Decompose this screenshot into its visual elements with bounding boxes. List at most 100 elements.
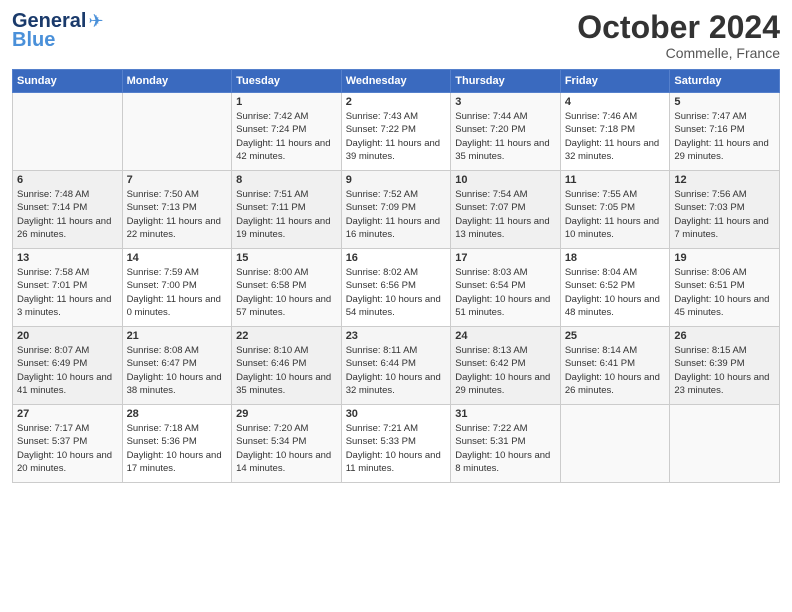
day-info: Sunrise: 7:46 AM Sunset: 7:18 PM Dayligh… (565, 110, 666, 163)
day-info: Sunrise: 8:15 AM Sunset: 6:39 PM Dayligh… (674, 344, 775, 397)
day-info: Sunrise: 8:04 AM Sunset: 6:52 PM Dayligh… (565, 266, 666, 319)
calendar-cell: 20 Sunrise: 8:07 AM Sunset: 6:49 PM Dayli… (13, 327, 123, 405)
day-info: Sunrise: 7:50 AM Sunset: 7:13 PM Dayligh… (127, 188, 228, 241)
weekday-header: Monday (122, 70, 232, 93)
day-info: Sunrise: 7:59 AM Sunset: 7:00 PM Dayligh… (127, 266, 228, 319)
day-number: 23 (346, 330, 447, 342)
day-number: 17 (455, 252, 556, 264)
day-number: 3 (455, 96, 556, 108)
day-info: Sunrise: 7:20 AM Sunset: 5:34 PM Dayligh… (236, 422, 337, 475)
day-number: 10 (455, 174, 556, 186)
location: Commelle, France (577, 45, 780, 61)
title-block: October 2024 Commelle, France (577, 10, 780, 61)
calendar-cell: 7 Sunrise: 7:50 AM Sunset: 7:13 PM Daylig… (122, 171, 232, 249)
day-info: Sunrise: 8:02 AM Sunset: 6:56 PM Dayligh… (346, 266, 447, 319)
calendar-cell: 10 Sunrise: 7:54 AM Sunset: 7:07 PM Dayli… (451, 171, 561, 249)
day-number: 2 (346, 96, 447, 108)
calendar-cell: 15 Sunrise: 8:00 AM Sunset: 6:58 PM Dayli… (232, 249, 342, 327)
day-number: 14 (127, 252, 228, 264)
calendar-cell: 30 Sunrise: 7:21 AM Sunset: 5:33 PM Dayli… (341, 405, 451, 483)
empty-cell (13, 93, 123, 171)
calendar-cell: 12Sunrise: 7:56 AM Sunset: 7:03 PM Dayli… (670, 171, 780, 249)
calendar-cell: 21 Sunrise: 8:08 AM Sunset: 6:47 PM Dayli… (122, 327, 232, 405)
day-info: Sunrise: 8:07 AM Sunset: 6:49 PM Dayligh… (17, 344, 118, 397)
day-info: Sunrise: 7:17 AM Sunset: 5:37 PM Dayligh… (17, 422, 118, 475)
calendar-table: SundayMondayTuesdayWednesdayThursdayFrid… (12, 69, 780, 483)
day-info: Sunrise: 7:58 AM Sunset: 7:01 PM Dayligh… (17, 266, 118, 319)
day-number: 1 (236, 96, 337, 108)
calendar-cell: 25Sunrise: 8:14 AM Sunset: 6:41 PM Dayli… (560, 327, 670, 405)
day-number: 8 (236, 174, 337, 186)
day-info: Sunrise: 7:51 AM Sunset: 7:11 PM Dayligh… (236, 188, 337, 241)
calendar-cell: 6 Sunrise: 7:48 AM Sunset: 7:14 PM Daylig… (13, 171, 123, 249)
day-info: Sunrise: 8:14 AM Sunset: 6:41 PM Dayligh… (565, 344, 666, 397)
day-number: 9 (346, 174, 447, 186)
day-number: 7 (127, 174, 228, 186)
day-info: Sunrise: 7:52 AM Sunset: 7:09 PM Dayligh… (346, 188, 447, 241)
calendar-cell: 18 Sunrise: 8:04 AM Sunset: 6:52 PM Dayli… (560, 249, 670, 327)
day-info: Sunrise: 7:47 AM Sunset: 7:16 PM Dayligh… (674, 110, 775, 163)
calendar-cell: 2 Sunrise: 7:43 AM Sunset: 7:22 PM Daylig… (341, 93, 451, 171)
day-info: Sunrise: 7:42 AM Sunset: 7:24 PM Dayligh… (236, 110, 337, 163)
day-info: Sunrise: 7:48 AM Sunset: 7:14 PM Dayligh… (17, 188, 118, 241)
day-info: Sunrise: 8:08 AM Sunset: 6:47 PM Dayligh… (127, 344, 228, 397)
calendar-cell: 16 Sunrise: 8:02 AM Sunset: 6:56 PM Dayli… (341, 249, 451, 327)
day-info: Sunrise: 8:00 AM Sunset: 6:58 PM Dayligh… (236, 266, 337, 319)
day-number: 30 (346, 408, 447, 420)
calendar-cell: 14 Sunrise: 7:59 AM Sunset: 7:00 PM Dayli… (122, 249, 232, 327)
month-title: October 2024 (577, 10, 780, 45)
weekday-header: Saturday (670, 70, 780, 93)
empty-cell (560, 405, 670, 483)
day-info: Sunrise: 7:21 AM Sunset: 5:33 PM Dayligh… (346, 422, 447, 475)
day-info: Sunrise: 7:18 AM Sunset: 5:36 PM Dayligh… (127, 422, 228, 475)
day-info: Sunrise: 7:55 AM Sunset: 7:05 PM Dayligh… (565, 188, 666, 241)
day-info: Sunrise: 8:06 AM Sunset: 6:51 PM Dayligh… (674, 266, 775, 319)
day-number: 22 (236, 330, 337, 342)
day-number: 4 (565, 96, 666, 108)
day-info: Sunrise: 7:22 AM Sunset: 5:31 PM Dayligh… (455, 422, 556, 475)
weekday-header: Friday (560, 70, 670, 93)
calendar-cell: 22 Sunrise: 8:10 AM Sunset: 6:46 PM Dayli… (232, 327, 342, 405)
weekday-header: Tuesday (232, 70, 342, 93)
day-number: 6 (17, 174, 118, 186)
calendar-cell: 31 Sunrise: 7:22 AM Sunset: 5:31 PM Dayli… (451, 405, 561, 483)
day-info: Sunrise: 7:54 AM Sunset: 7:07 PM Dayligh… (455, 188, 556, 241)
calendar-cell: 17 Sunrise: 8:03 AM Sunset: 6:54 PM Dayli… (451, 249, 561, 327)
day-number: 26 (674, 330, 775, 342)
calendar-cell: 23 Sunrise: 8:11 AM Sunset: 6:44 PM Dayli… (341, 327, 451, 405)
day-number: 18 (565, 252, 666, 264)
day-number: 15 (236, 252, 337, 264)
day-number: 29 (236, 408, 337, 420)
day-info: Sunrise: 8:13 AM Sunset: 6:42 PM Dayligh… (455, 344, 556, 397)
day-info: Sunrise: 8:03 AM Sunset: 6:54 PM Dayligh… (455, 266, 556, 319)
day-number: 13 (17, 252, 118, 264)
calendar-cell: 13 Sunrise: 7:58 AM Sunset: 7:01 PM Dayli… (13, 249, 123, 327)
day-info: Sunrise: 7:56 AM Sunset: 7:03 PM Dayligh… (674, 188, 775, 241)
day-number: 5 (674, 96, 775, 108)
logo: General ✈ Blue (12, 10, 104, 52)
day-number: 16 (346, 252, 447, 264)
calendar-cell: 27Sunrise: 7:17 AM Sunset: 5:37 PM Dayli… (13, 405, 123, 483)
day-info: Sunrise: 8:11 AM Sunset: 6:44 PM Dayligh… (346, 344, 447, 397)
calendar-cell: 1 Sunrise: 7:42 AM Sunset: 7:24 PM Daylig… (232, 93, 342, 171)
calendar-cell: 3 Sunrise: 7:44 AM Sunset: 7:20 PM Daylig… (451, 93, 561, 171)
calendar-cell: 5 Sunrise: 7:47 AM Sunset: 7:16 PM Daylig… (670, 93, 780, 171)
calendar-cell: 8 Sunrise: 7:51 AM Sunset: 7:11 PM Daylig… (232, 171, 342, 249)
calendar-cell: 4 Sunrise: 7:46 AM Sunset: 7:18 PM Daylig… (560, 93, 670, 171)
day-info: Sunrise: 8:10 AM Sunset: 6:46 PM Dayligh… (236, 344, 337, 397)
day-number: 11 (565, 174, 666, 186)
day-info: Sunrise: 7:44 AM Sunset: 7:20 PM Dayligh… (455, 110, 556, 163)
day-number: 21 (127, 330, 228, 342)
weekday-header: Sunday (13, 70, 123, 93)
day-number: 28 (127, 408, 228, 420)
day-number: 31 (455, 408, 556, 420)
day-number: 20 (17, 330, 118, 342)
calendar-cell: 29 Sunrise: 7:20 AM Sunset: 5:34 PM Dayli… (232, 405, 342, 483)
empty-cell (670, 405, 780, 483)
weekday-header: Wednesday (341, 70, 451, 93)
empty-cell (122, 93, 232, 171)
day-info: Sunrise: 7:43 AM Sunset: 7:22 PM Dayligh… (346, 110, 447, 163)
calendar-cell: 24Sunrise: 8:13 AM Sunset: 6:42 PM Dayli… (451, 327, 561, 405)
day-number: 19 (674, 252, 775, 264)
weekday-header: Thursday (451, 70, 561, 93)
